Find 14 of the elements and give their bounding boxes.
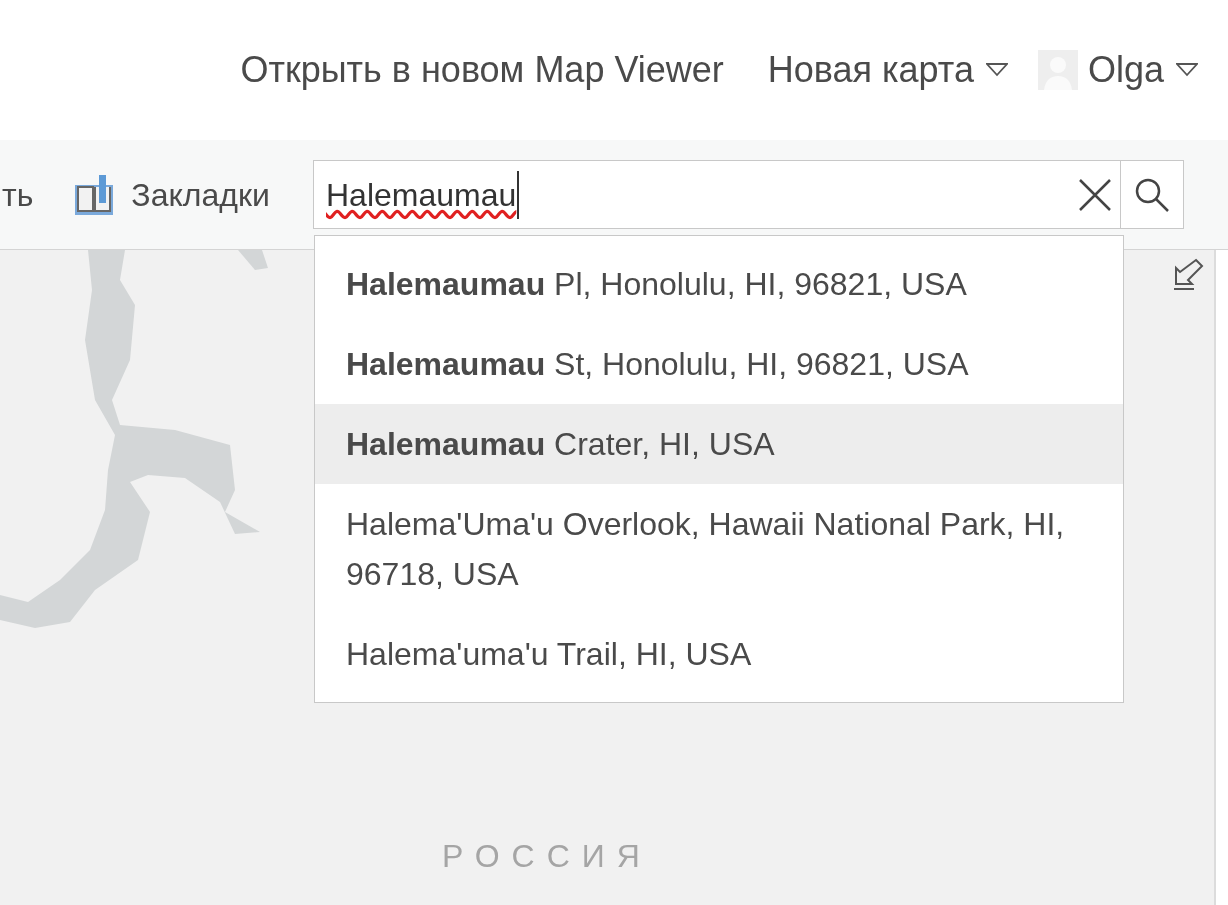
user-menu[interactable]: Olga [1037, 43, 1198, 97]
header-link[interactable]: Новая карта [767, 43, 1008, 97]
map-label: РОССИЯ [442, 837, 652, 876]
header-link[interactable]: Открыть в новом Map Viewer [240, 43, 724, 97]
book-icon [75, 174, 114, 215]
close-icon[interactable] [1078, 177, 1112, 212]
toolbar-item[interactable]: ть [0, 170, 34, 219]
caret-icon [985, 63, 1008, 77]
suggestion-item[interactable]: Halemaumau Crater, HI, USA [315, 404, 1123, 484]
search-field[interactable]: Halemaumau [313, 160, 1121, 229]
search-button[interactable] [1121, 160, 1184, 229]
search-icon [1134, 176, 1170, 213]
caret-icon [1176, 63, 1198, 77]
bookmarks-button[interactable]: Закладки [75, 170, 270, 219]
